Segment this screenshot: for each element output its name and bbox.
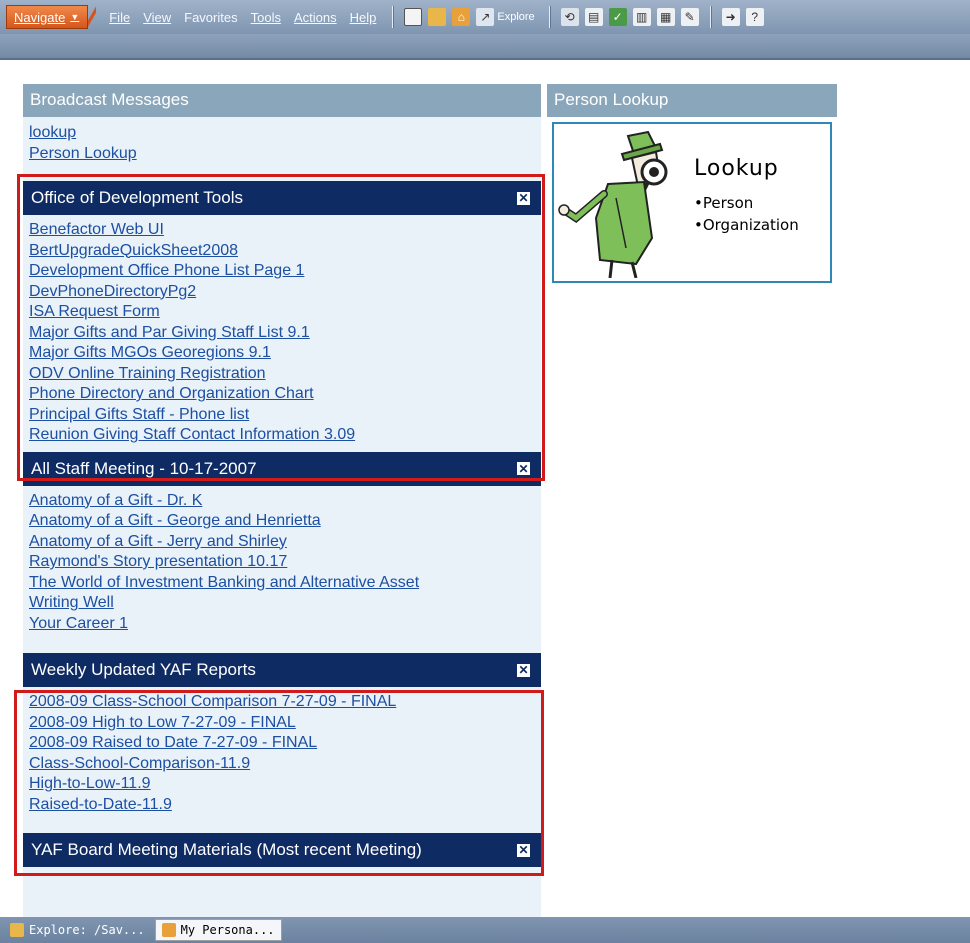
broadcast-link[interactable]: lookup xyxy=(29,123,541,144)
person-lookup-header: Person Lookup xyxy=(547,84,837,117)
portlet-header: Weekly Updated YAF Reports ✕ xyxy=(23,653,541,687)
toolbar-separator xyxy=(709,6,711,28)
menu-view[interactable]: View xyxy=(143,10,171,25)
portlet-link[interactable]: The World of Investment Banking and Alte… xyxy=(29,573,541,594)
home-icon[interactable]: ⌂ xyxy=(452,8,471,26)
navigate-button[interactable]: Navigate ▼ xyxy=(6,5,89,29)
broadcast-header: Broadcast Messages xyxy=(23,84,541,117)
chevron-down-icon: ▼ xyxy=(70,12,80,22)
broadcast-links: lookup Person Lookup xyxy=(23,117,541,181)
taskbar-item-label: My Persona... xyxy=(180,923,275,937)
taskbar-item-my-personal[interactable]: My Persona... xyxy=(154,919,282,941)
explore-icon[interactable]: ↗ xyxy=(476,8,495,26)
menu-help[interactable]: Help xyxy=(350,10,377,25)
logout-icon[interactable]: ➜ xyxy=(721,8,740,26)
portlet-link[interactable]: Your Career 1 xyxy=(29,614,541,635)
taskbar: Explore: /Sav... My Persona... xyxy=(0,917,970,943)
portlet-link[interactable]: Writing Well xyxy=(29,593,541,614)
highlight-box xyxy=(17,174,545,481)
close-icon[interactable]: ✕ xyxy=(516,662,531,678)
report-icon[interactable]: ▦ xyxy=(656,8,675,26)
menu-file[interactable]: File xyxy=(109,10,130,25)
menu-favorites[interactable]: Favorites xyxy=(184,10,237,25)
portal-icon xyxy=(161,923,176,937)
secondary-toolbar xyxy=(0,34,970,60)
lookup-card-item: •Organization xyxy=(694,216,799,234)
right-column: Person Lookup Lookup •Person •Organizati… xyxy=(547,84,837,283)
lookup-card-item: •Person xyxy=(694,194,754,212)
taskbar-item-label: Explore: /Sav... xyxy=(29,923,145,937)
highlight-box xyxy=(14,690,544,876)
menu-tools[interactable]: Tools xyxy=(251,10,281,25)
lookup-card-title: Lookup xyxy=(694,156,779,181)
portlet-link[interactable]: Anatomy of a Gift - Jerry and Shirley xyxy=(29,532,541,553)
refresh-icon[interactable]: ⟲ xyxy=(560,8,579,26)
explore-icon xyxy=(10,923,24,937)
portlet-links: Anatomy of a Gift - Dr. K Anatomy of a Gi… xyxy=(23,486,541,638)
toolbar-separator xyxy=(392,6,394,28)
menu-bar: Navigate ▼ File View Favorites Tools Act… xyxy=(0,0,970,34)
portlet-link[interactable]: Raymond's Story presentation 10.17 xyxy=(29,552,541,573)
toolbar-separator xyxy=(548,6,550,28)
portlet-title: Weekly Updated YAF Reports xyxy=(31,660,256,679)
edit-icon[interactable]: ✎ xyxy=(680,8,699,26)
person-lookup-card[interactable]: Lookup •Person •Organization xyxy=(552,122,832,283)
detective-icon xyxy=(558,130,668,278)
navigate-label: Navigate xyxy=(14,9,66,25)
open-folder-icon[interactable] xyxy=(428,8,447,26)
taskbar-item-explore[interactable]: Explore: /Sav... xyxy=(4,919,151,941)
explore-label[interactable]: Explore xyxy=(497,11,534,23)
menu-actions[interactable]: Actions xyxy=(294,10,337,25)
portlet-link[interactable]: Anatomy of a Gift - Dr. K xyxy=(29,491,541,512)
checkin-icon[interactable]: ✓ xyxy=(608,8,627,26)
portal-content: Broadcast Messages lookup Person Lookup … xyxy=(0,60,970,917)
new-document-icon[interactable] xyxy=(404,8,423,26)
broadcast-link[interactable]: Person Lookup xyxy=(29,144,541,165)
properties-icon[interactable]: ▥ xyxy=(632,8,651,26)
document-icon[interactable]: ▤ xyxy=(584,8,603,26)
help-icon[interactable]: ? xyxy=(745,8,764,26)
portlet-link[interactable]: Anatomy of a Gift - George and Henrietta xyxy=(29,511,541,532)
